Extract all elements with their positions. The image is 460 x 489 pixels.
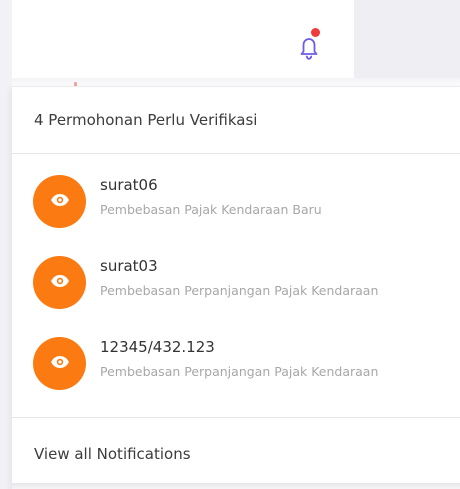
notification-dropdown: 4 Permohonan Perlu Verifikasi surat06 Pe… bbox=[12, 86, 460, 489]
notification-bell-button[interactable] bbox=[289, 28, 329, 68]
sidebar-edge bbox=[0, 0, 12, 489]
notification-list: surat06 Pembebasan Pajak Kendaraan Baru … bbox=[12, 154, 460, 415]
notification-title: 12345/432.123 bbox=[100, 338, 215, 356]
dropdown-header: 4 Permohonan Perlu Verifikasi bbox=[12, 87, 460, 154]
page-bottom-shade bbox=[12, 483, 460, 489]
notification-avatar bbox=[33, 337, 86, 390]
notification-avatar bbox=[33, 175, 86, 228]
notification-item[interactable]: surat06 Pembebasan Pajak Kendaraan Baru bbox=[12, 172, 460, 253]
notification-item[interactable]: 12345/432.123 Pembebasan Perpanjangan Pa… bbox=[12, 334, 460, 415]
notification-item[interactable]: surat03 Pembebasan Perpanjangan Pajak Ke… bbox=[12, 253, 460, 334]
notification-title: surat03 bbox=[100, 257, 158, 275]
view-all-notifications-link[interactable]: View all Notifications bbox=[12, 417, 460, 489]
eye-icon bbox=[50, 192, 70, 211]
notification-title: surat06 bbox=[100, 176, 158, 194]
notification-subtitle: Pembebasan Perpanjangan Pajak Kendaraan bbox=[100, 364, 379, 379]
notification-subtitle: Pembebasan Perpanjangan Pajak Kendaraan bbox=[100, 283, 379, 298]
eye-icon bbox=[50, 354, 70, 373]
unread-dot bbox=[311, 28, 320, 37]
notification-subtitle: Pembebasan Pajak Kendaraan Baru bbox=[100, 202, 322, 217]
notification-screen: 4 Permohonan Perlu Verifikasi surat06 Pe… bbox=[0, 0, 460, 489]
notification-avatar bbox=[33, 256, 86, 309]
eye-icon bbox=[50, 273, 70, 292]
bell-icon bbox=[289, 28, 329, 68]
